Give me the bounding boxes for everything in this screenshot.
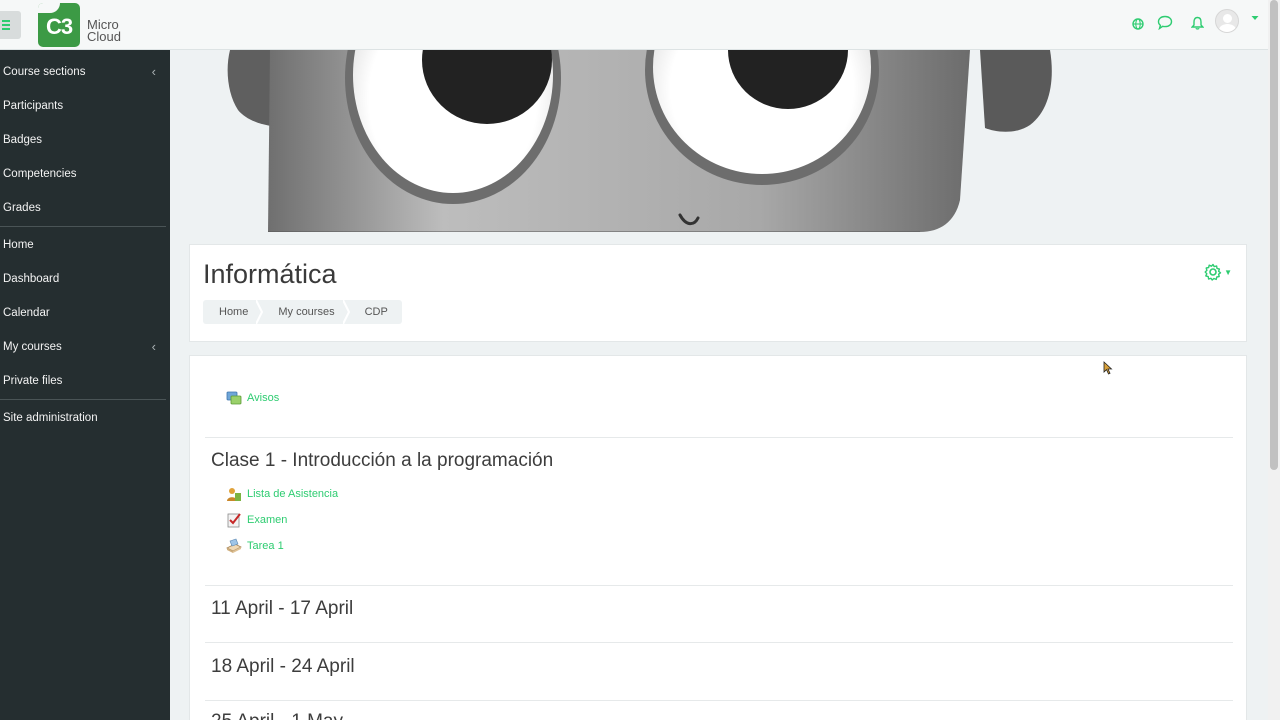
activity-examen[interactable]: Examen: [226, 512, 287, 528]
course-content: Avisos Clase 1 - Introducción a la progr…: [189, 355, 1247, 720]
sidebar-item-label: Participants: [3, 100, 64, 112]
caret-down-icon[interactable]: [1251, 15, 1259, 21]
breadcrumb-home[interactable]: Home: [203, 300, 264, 324]
section-divider: [205, 437, 1233, 438]
chat-icon[interactable]: [1157, 15, 1173, 30]
activity-tarea-1[interactable]: Tarea 1: [226, 538, 284, 554]
activity-label: Lista de Asistencia: [247, 488, 339, 500]
sidebar-nav: Course sections ‹ Participants Badges Co…: [0, 50, 170, 720]
page-title: Informática: [203, 259, 337, 289]
page-header: Informática ▼ Home My courses CDP: [189, 244, 1247, 342]
chevron-left-icon[interactable]: ‹: [152, 55, 156, 89]
section-title[interactable]: 18 April - 24 April: [211, 656, 355, 678]
breadcrumb: Home My courses CDP: [203, 300, 402, 324]
section-divider: [205, 642, 1233, 643]
activity-label: Examen: [247, 514, 288, 526]
sidebar-divider: [0, 226, 166, 227]
section-divider: [205, 585, 1233, 586]
sidebar-item-calendar[interactable]: Calendar: [0, 296, 170, 330]
sidebar-item-label: Calendar: [3, 307, 50, 319]
assignment-icon: [226, 538, 242, 553]
caret-down-icon[interactable]: ▼: [1224, 268, 1232, 277]
sidebar-item-label: Site administration: [3, 412, 98, 424]
breadcrumb-label: Home: [219, 306, 249, 318]
sidebar-item-label: Grades: [3, 202, 41, 214]
top-navbar: C3 Micro Cloud: [0, 0, 1268, 50]
page-scrollbar[interactable]: [1268, 0, 1280, 720]
mouse-cursor-icon: [1103, 361, 1113, 375]
sidebar-divider: [0, 399, 166, 400]
section-title[interactable]: 25 April - 1 May: [211, 711, 343, 720]
brand-logo[interactable]: C3: [38, 3, 80, 47]
robot-mascot-illustration: [227, 50, 1052, 232]
sidebar-item-my-courses[interactable]: My courses ‹: [0, 330, 170, 364]
sidebar-item-grades[interactable]: Grades: [0, 191, 170, 225]
sidebar-item-site-administration[interactable]: Site administration: [0, 401, 170, 435]
section-title[interactable]: 11 April - 17 April: [211, 598, 353, 620]
sidebar-item-home[interactable]: Home: [0, 228, 170, 262]
gear-icon[interactable]: [1204, 263, 1222, 281]
course-banner-image: [170, 50, 1268, 232]
sidebar-item-label: Badges: [3, 134, 43, 146]
sidebar-item-badges[interactable]: Badges: [0, 123, 170, 157]
attendance-icon: [227, 488, 241, 501]
sidebar-item-course-sections[interactable]: Course sections ‹: [0, 55, 170, 89]
sidebar-item-label: My courses: [3, 341, 62, 353]
sidebar-item-participants[interactable]: Participants: [0, 89, 170, 123]
breadcrumb-my-courses[interactable]: My courses: [262, 300, 350, 324]
sidebar-item-label: Private files: [3, 375, 63, 387]
sidebar-item-label: Competencies: [3, 168, 77, 180]
scrollbar-thumb[interactable]: [1270, 0, 1278, 470]
sidebar-item-dashboard[interactable]: Dashboard: [0, 262, 170, 296]
activity-label: Tarea 1: [247, 540, 284, 552]
sidebar-item-label: Course sections: [3, 66, 86, 78]
brand-name: Micro Cloud: [87, 17, 121, 44]
sidebar-toggle-button[interactable]: [0, 11, 21, 39]
user-avatar[interactable]: [1215, 9, 1239, 33]
sidebar-item-label: Home: [3, 239, 34, 251]
sidebar-item-label: Dashboard: [3, 273, 60, 285]
activity-label: Avisos: [247, 392, 280, 404]
breadcrumb-cdp[interactable]: CDP: [349, 300, 402, 324]
activity-lista-de-asistencia[interactable]: Lista de Asistencia: [226, 486, 338, 502]
breadcrumb-label: CDP: [364, 306, 388, 318]
section-title[interactable]: Clase 1 - Introducción a la programación: [211, 450, 553, 472]
section-divider: [205, 700, 1233, 701]
activity-avisos[interactable]: Avisos: [226, 390, 279, 406]
course-settings-menu[interactable]: ▼: [1204, 261, 1232, 282]
quiz-icon: [227, 513, 241, 528]
sidebar-item-competencies[interactable]: Competencies: [0, 157, 170, 191]
breadcrumb-label: My courses: [278, 306, 335, 318]
chevron-left-icon[interactable]: ‹: [152, 330, 156, 364]
forum-icon: [226, 391, 242, 405]
globe-icon[interactable]: [1132, 18, 1144, 30]
sidebar-item-private-files[interactable]: Private files: [0, 364, 170, 398]
bell-icon[interactable]: [1191, 16, 1204, 30]
